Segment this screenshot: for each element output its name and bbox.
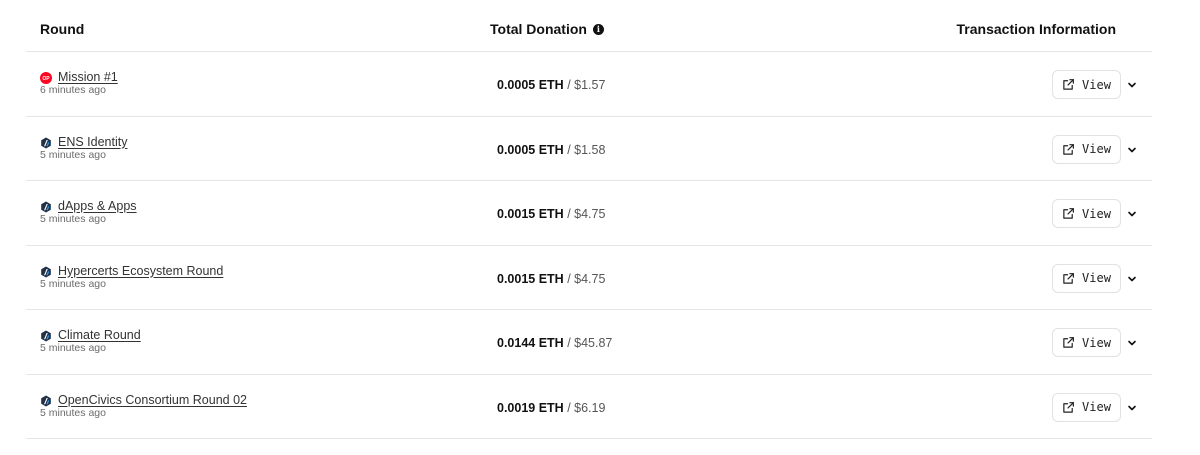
donation-amount: 0.0005 ETH / $1.58	[497, 143, 605, 157]
external-link-icon	[1062, 336, 1075, 349]
round-title-line: Hypercerts Ecosystem Round	[40, 264, 223, 278]
external-link-icon	[1062, 78, 1075, 91]
round-cell: ENS Identity 5 minutes ago	[40, 135, 127, 161]
donation-separator: /	[563, 78, 575, 92]
svg-text:OP: OP	[42, 76, 50, 82]
view-transaction-button[interactable]: View	[1052, 328, 1121, 357]
round-title-line: Climate Round	[40, 328, 141, 342]
donation-usd: $1.58	[574, 142, 606, 157]
donation-separator: /	[563, 336, 575, 350]
table-row: Hypercerts Ecosystem Round 5 minutes ago…	[26, 246, 1152, 310]
donations-table: Round Total Donation i Transaction Infor…	[26, 0, 1152, 439]
view-button-label: View	[1082, 271, 1111, 285]
donation-usd: $4.75	[574, 207, 606, 221]
donation-eth: 0.0005 ETH	[497, 78, 564, 92]
donation-separator: /	[563, 400, 575, 415]
round-timestamp: 5 minutes ago	[40, 213, 106, 225]
table-row: OP Mission #1 6 minutes ago 0.0005 ETH /…	[26, 52, 1152, 117]
view-transaction-button[interactable]: View	[1052, 263, 1121, 293]
round-name-link[interactable]: Hypercerts Ecosystem Round	[58, 264, 223, 278]
donation-eth: 0.0144 ETH	[497, 336, 564, 350]
donation-usd: $4.75	[574, 271, 606, 286]
round-title-line: OP Mission #1	[40, 70, 118, 84]
column-header-total-donation: Total Donation i	[490, 21, 604, 37]
view-button-label: View	[1082, 400, 1111, 414]
round-name-link[interactable]: ENS Identity	[58, 135, 127, 149]
column-header-round: Round	[40, 21, 85, 37]
column-header-transaction-information: Transaction Information	[956, 21, 1116, 37]
table-row: ENS Identity 5 minutes ago 0.0005 ETH / …	[26, 117, 1152, 181]
external-link-icon	[1062, 401, 1075, 414]
donation-usd: $6.19	[574, 400, 606, 415]
view-transaction-button[interactable]: View	[1052, 134, 1121, 164]
donation-eth: 0.0019 ETH	[497, 400, 564, 415]
chevron-down-icon[interactable]	[1126, 207, 1138, 219]
round-title-line: OpenCivics Consortium Round 02	[40, 393, 247, 407]
arbitrum-icon	[40, 136, 52, 148]
round-cell: OpenCivics Consortium Round 02 5 minutes…	[40, 393, 247, 419]
round-timestamp: 5 minutes ago	[40, 406, 106, 419]
chevron-down-icon[interactable]	[1126, 143, 1138, 155]
external-link-icon	[1062, 143, 1075, 156]
column-header-total-donation-label: Total Donation	[490, 21, 587, 37]
chevron-down-icon[interactable]	[1126, 336, 1138, 348]
round-cell: dApps & Apps 5 minutes ago	[40, 199, 137, 225]
round-timestamp: 5 minutes ago	[40, 277, 106, 290]
arbitrum-icon	[40, 200, 52, 213]
donation-eth: 0.0005 ETH	[497, 142, 564, 157]
round-name-link[interactable]: OpenCivics Consortium Round 02	[58, 393, 247, 407]
arbitrum-icon	[40, 394, 52, 406]
round-title-line: ENS Identity	[40, 135, 127, 149]
donation-eth: 0.0015 ETH	[497, 207, 564, 221]
donation-eth: 0.0015 ETH	[497, 271, 564, 286]
arbitrum-icon	[40, 329, 52, 342]
view-transaction-button[interactable]: View	[1052, 392, 1121, 422]
donation-separator: /	[563, 142, 575, 157]
round-cell: Hypercerts Ecosystem Round 5 minutes ago	[40, 264, 223, 290]
round-title-line: dApps & Apps	[40, 199, 137, 213]
table-row: dApps & Apps 5 minutes ago 0.0015 ETH / …	[26, 181, 1152, 246]
view-transaction-button[interactable]: View	[1052, 70, 1121, 99]
round-timestamp: 5 minutes ago	[40, 148, 106, 161]
view-button-label: View	[1082, 206, 1111, 221]
view-button-label: View	[1082, 77, 1111, 92]
round-cell: OP Mission #1 6 minutes ago	[40, 70, 118, 96]
donation-amount: 0.0019 ETH / $6.19	[497, 401, 605, 415]
arbitrum-icon	[40, 265, 52, 277]
view-button-label: View	[1082, 142, 1111, 156]
optimism-icon: OP	[40, 71, 52, 84]
donation-amount: 0.0015 ETH / $4.75	[497, 272, 605, 286]
donation-amount: 0.0005 ETH / $1.57	[497, 78, 605, 92]
round-name-link[interactable]: Climate Round	[58, 328, 141, 342]
round-cell: Climate Round 5 minutes ago	[40, 328, 141, 354]
table-body: OP Mission #1 6 minutes ago 0.0005 ETH /…	[26, 52, 1152, 439]
view-transaction-button[interactable]: View	[1052, 199, 1121, 228]
donation-separator: /	[563, 271, 575, 286]
info-icon[interactable]: i	[592, 23, 604, 35]
table-row: Climate Round 5 minutes ago 0.0144 ETH /…	[26, 310, 1152, 375]
external-link-icon	[1062, 207, 1075, 220]
donation-usd: $45.87	[574, 336, 613, 350]
donation-amount: 0.0144 ETH / $45.87	[497, 336, 612, 350]
donation-separator: /	[563, 207, 575, 221]
chevron-down-icon[interactable]	[1126, 401, 1138, 413]
round-timestamp: 5 minutes ago	[40, 342, 106, 354]
round-name-link[interactable]: Mission #1	[58, 70, 118, 84]
external-link-icon	[1062, 272, 1075, 285]
view-button-label: View	[1082, 335, 1111, 350]
round-name-link[interactable]: dApps & Apps	[58, 199, 137, 213]
table-header: Round Total Donation i Transaction Infor…	[26, 0, 1152, 52]
round-timestamp: 6 minutes ago	[40, 84, 106, 96]
chevron-down-icon[interactable]	[1126, 78, 1138, 90]
donation-amount: 0.0015 ETH / $4.75	[497, 207, 605, 221]
table-row: OpenCivics Consortium Round 02 5 minutes…	[26, 375, 1152, 439]
chevron-down-icon[interactable]	[1126, 272, 1138, 284]
donation-usd: $1.57	[574, 78, 606, 92]
